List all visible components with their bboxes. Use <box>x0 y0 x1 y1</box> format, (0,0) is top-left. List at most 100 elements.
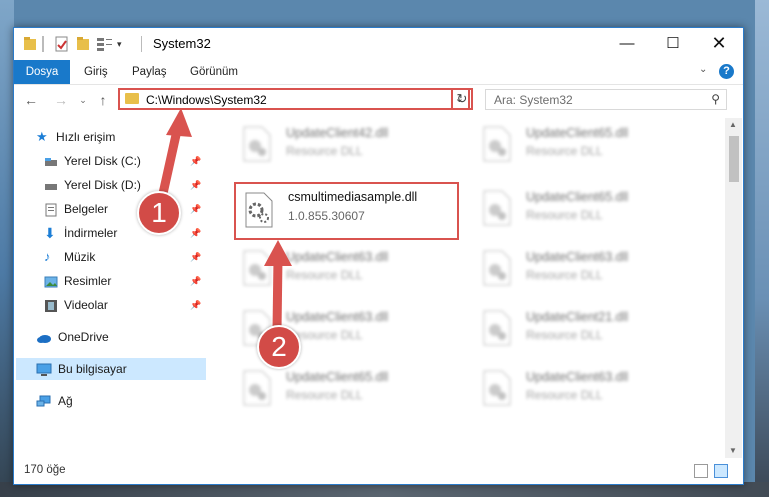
dll-file-icon <box>242 126 272 162</box>
help-icon[interactable]: ? <box>719 64 734 79</box>
scroll-down-icon[interactable]: ▼ <box>729 446 737 455</box>
download-arrow-icon: ⬇ <box>44 225 56 241</box>
file-item[interactable]: UpdateClient63.dll Resource DLL <box>234 244 459 294</box>
close-button[interactable]: ✕ <box>696 28 742 58</box>
file-item-selected[interactable]: csmultimediasample.dll 1.0.855.30607 <box>234 182 459 240</box>
recent-locations-chevron-icon[interactable]: ⌄ <box>74 91 92 109</box>
dll-file-icon <box>242 370 272 406</box>
file-item[interactable]: UpdateClient65.dll Resource DLL <box>234 364 459 414</box>
file-type: Resource DLL <box>286 144 363 158</box>
sidebar-item-local-disk-d[interactable]: Yerel Disk (D:) 📌 <box>14 174 206 196</box>
window-title: System32 <box>153 36 211 51</box>
drive-icon <box>44 154 58 168</box>
file-type: Resource DLL <box>526 388 603 402</box>
dll-file-icon <box>482 310 512 346</box>
toolbar-separator <box>42 36 44 52</box>
scroll-thumb[interactable] <box>729 136 739 182</box>
refresh-button[interactable]: ↻ <box>451 88 473 110</box>
sidebar-item-network[interactable]: Ağ <box>14 390 206 412</box>
sidebar-item-label: Ağ <box>58 394 73 408</box>
pin-icon: 📌 <box>190 276 202 286</box>
sidebar-item-label: Videolar <box>64 298 108 312</box>
pin-icon: 📌 <box>190 228 202 238</box>
up-arrow-icon[interactable]: ↑ <box>94 91 112 109</box>
file-name: UpdateClient63.dll <box>286 250 389 264</box>
file-name: UpdateClient42.dll <box>286 126 389 140</box>
tab-view[interactable]: Görünüm <box>180 60 248 84</box>
sidebar-item-label: Resimler <box>64 274 112 288</box>
minimize-button[interactable]: — <box>604 28 650 58</box>
pin-icon: 📌 <box>190 204 202 214</box>
address-path: C:\Windows\System32 <box>146 93 267 107</box>
file-type: Resource DLL <box>526 208 603 222</box>
forward-arrow-icon[interactable]: → <box>52 91 70 109</box>
sidebar-item-onedrive[interactable]: OneDrive <box>14 326 206 348</box>
sidebar-item-label: OneDrive <box>58 330 109 344</box>
computer-icon <box>36 362 52 376</box>
new-folder-icon[interactable] <box>76 36 90 52</box>
sidebar-item-quick-access[interactable]: ★ Hızlı erişim <box>14 126 206 148</box>
dll-file-icon <box>482 250 512 286</box>
details-view-icon[interactable] <box>694 464 708 478</box>
search-input[interactable]: Ara: System32 ⚲ <box>485 89 727 110</box>
large-icons-view-icon[interactable] <box>714 464 728 478</box>
file-item[interactable]: UpdateClient21.dll Resource DLL <box>474 304 699 354</box>
file-type: Resource DLL <box>526 328 603 342</box>
sidebar-item-label: Yerel Disk (C:) <box>64 154 141 168</box>
expand-ribbon-chevron-icon[interactable]: ⌄ <box>699 64 707 75</box>
sidebar-item-videos[interactable]: Videolar 📌 <box>14 294 206 316</box>
search-placeholder: Ara: System32 <box>494 93 573 107</box>
sidebar-item-label: Yerel Disk (D:) <box>64 178 141 192</box>
search-icon: ⚲ <box>711 92 720 106</box>
sidebar-item-music[interactable]: ♪ Müzik 📌 <box>14 246 206 268</box>
dll-file-icon <box>482 126 512 162</box>
file-name: UpdateClient65.dll <box>526 126 629 140</box>
back-arrow-icon[interactable]: ← <box>22 91 40 109</box>
properties-icon[interactable] <box>54 36 70 52</box>
sidebar-item-label: Bu bilgisayar <box>58 362 127 376</box>
file-item[interactable]: UpdateClient65.dll Resource DLL <box>474 184 699 234</box>
file-name: csmultimediasample.dll <box>288 190 418 204</box>
dll-file-icon <box>242 250 272 286</box>
sidebar-item-pictures[interactable]: Resimler 📌 <box>14 270 206 292</box>
file-item[interactable]: UpdateClient63.dll Resource DLL <box>474 364 699 414</box>
tab-home[interactable]: Giriş <box>74 60 118 84</box>
sidebar-item-local-disk-c[interactable]: Yerel Disk (C:) 📌 <box>14 150 206 172</box>
callout-step-2: 2 <box>257 325 301 369</box>
maximize-button[interactable]: ☐ <box>650 28 696 58</box>
file-name: UpdateClient21.dll <box>526 310 629 324</box>
tab-share[interactable]: Paylaş <box>122 60 177 84</box>
file-name: UpdateClient63.dll <box>286 310 389 324</box>
film-icon <box>44 298 58 312</box>
sidebar-item-label: Hızlı erişim <box>56 130 116 144</box>
file-name: UpdateClient63.dll <box>526 370 629 384</box>
sidebar-item-this-pc[interactable]: Bu bilgisayar <box>16 358 206 380</box>
title-separator <box>141 36 142 52</box>
file-list: UpdateClient42.dll Resource DLL UpdateCl… <box>208 118 724 444</box>
file-item[interactable]: UpdateClient63.dll Resource DLL <box>474 244 699 294</box>
file-version: 1.0.855.30607 <box>288 209 365 223</box>
address-bar[interactable]: C:\Windows\System32 ⌄ <box>118 88 470 110</box>
drive-icon <box>44 178 58 192</box>
folder-icon <box>23 36 37 52</box>
dll-file-icon <box>482 370 512 406</box>
pin-icon: 📌 <box>190 300 202 310</box>
scroll-up-icon[interactable]: ▲ <box>729 120 737 129</box>
tab-file[interactable]: Dosya <box>14 60 70 84</box>
file-item[interactable]: UpdateClient42.dll Resource DLL <box>234 120 459 170</box>
dll-file-icon <box>482 190 512 226</box>
network-icon <box>36 394 51 408</box>
navigation-bar: ← → ⌄ ↑ C:\Windows\System32 ⌄ ↻ Ara: Sys… <box>14 85 743 115</box>
file-item[interactable]: UpdateClient65.dll Resource DLL <box>474 120 699 170</box>
customize-toolbar-chevron-icon[interactable]: ▾ <box>117 36 127 52</box>
star-icon: ★ <box>36 129 48 144</box>
cloud-icon <box>36 330 51 344</box>
vertical-scrollbar[interactable]: ▲ ▼ <box>725 118 742 458</box>
file-type: Resource DLL <box>526 144 603 158</box>
status-bar: 170 öğe <box>14 458 743 484</box>
view-options-icon[interactable] <box>96 36 114 52</box>
sidebar-item-label: Belgeler <box>64 202 109 216</box>
file-type: Resource DLL <box>286 268 363 282</box>
file-name: UpdateClient65.dll <box>286 370 389 384</box>
desktop-background-left <box>0 0 14 497</box>
